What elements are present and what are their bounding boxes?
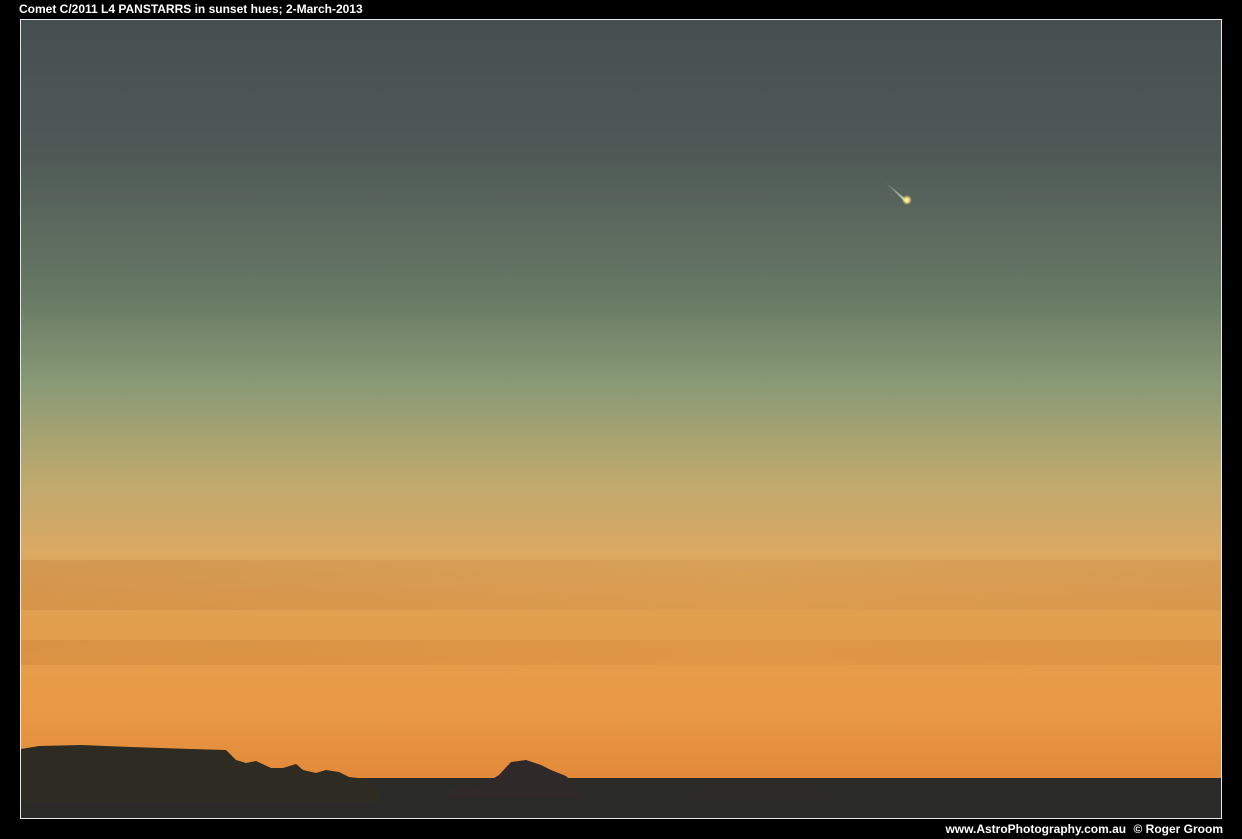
photo-caption: Comet C/2011 L4 PANSTARRS in sunset hues… [19,2,363,16]
comet-photograph [20,19,1222,819]
cloud-band [21,560,1221,610]
sunset-sky [21,20,1221,780]
cloud-band-lower [21,640,1221,665]
photo-credit: www.AstroPhotography.com.au © Roger Groo… [945,822,1223,836]
comet-nucleus [905,198,909,202]
website-url: www.AstroPhotography.com.au [945,822,1127,836]
sunset-scene [21,20,1221,818]
right-low-reef [693,785,831,799]
copyright-notice: © Roger Groom [1133,822,1223,836]
